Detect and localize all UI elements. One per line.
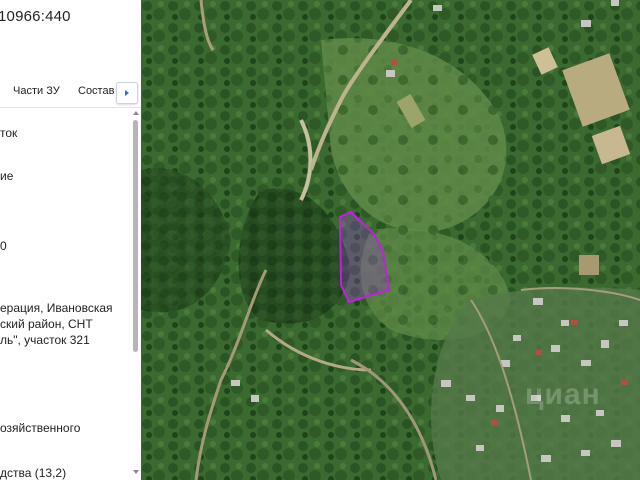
scrollbar-thumb[interactable] <box>133 120 138 352</box>
field-category: ток <box>0 126 18 140</box>
cadastral-number: 10966:440 <box>0 8 71 25</box>
tab-divider <box>0 107 141 108</box>
field-address-line-1: ерация, Ивановская <box>0 301 113 315</box>
tab-parts[interactable]: Части ЗУ <box>13 85 60 97</box>
tab-composition[interactable]: Состав <box>78 85 114 97</box>
field-address-line-2: ский район, СНТ <box>0 317 93 331</box>
watermark-logo: циан <box>525 378 601 411</box>
scroll-up-icon[interactable] <box>133 111 139 115</box>
field-land-use: озяйственного <box>0 421 81 435</box>
field-address-line-3: ль", участок 321 <box>0 333 90 347</box>
scroll-down-icon[interactable] <box>133 470 139 474</box>
info-panel: 10966:440 Части ЗУ Состав ток ие 0 ераци… <box>0 0 142 480</box>
field-status: ие <box>0 169 14 183</box>
field-permitted-use: дства (13,2) <box>0 466 67 480</box>
satellite-map[interactable]: циан <box>141 0 640 480</box>
field-area: 0 <box>0 239 7 253</box>
tabs-next-button[interactable] <box>116 82 138 104</box>
